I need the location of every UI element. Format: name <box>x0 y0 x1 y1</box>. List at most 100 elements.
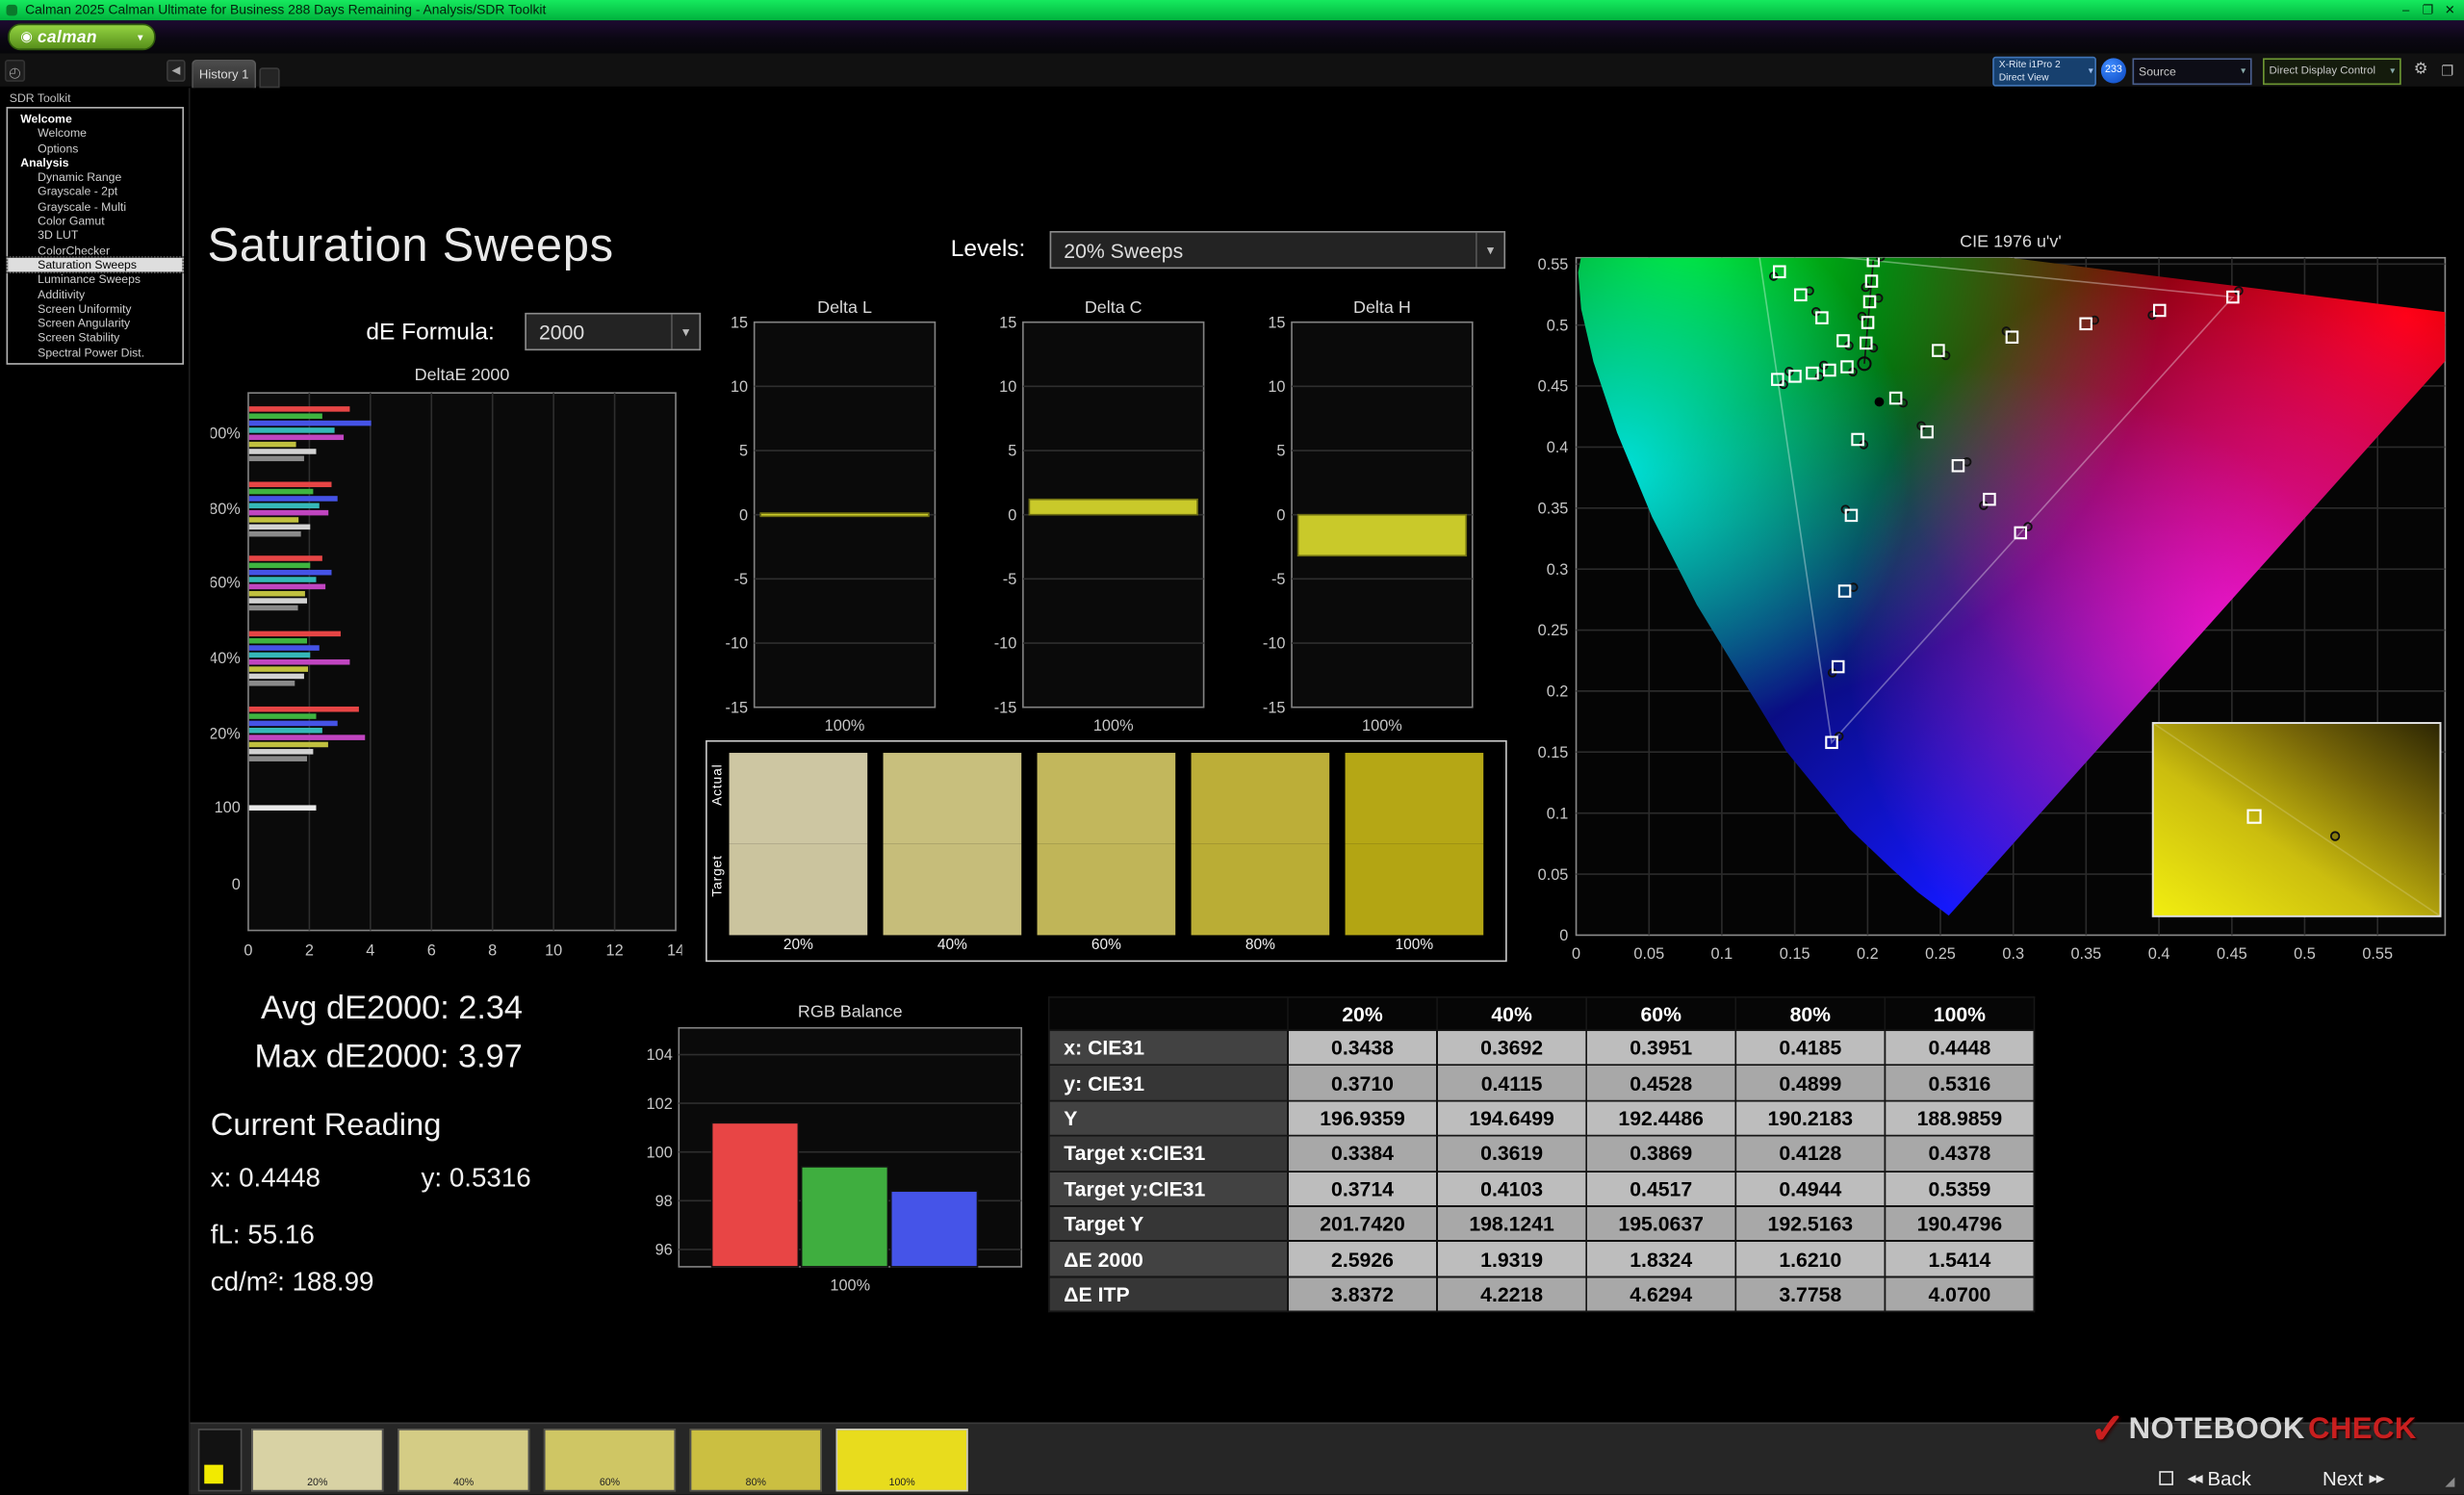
table-cell: 192.5163 <box>1734 1205 1886 1243</box>
svg-text:DeltaE 2000: DeltaE 2000 <box>415 365 510 384</box>
table-col-header: 40% <box>1436 996 1587 1032</box>
sidebar-item-screen-stability[interactable]: Screen Stability <box>8 331 182 346</box>
next-button-label: Next <box>2323 1467 2364 1490</box>
sidebar-item-analysis[interactable]: Analysis <box>8 155 182 169</box>
table-cell: 0.4378 <box>1884 1135 2036 1173</box>
table-row-label: ΔE ITP <box>1047 1276 1289 1313</box>
tab-history-1[interactable]: History 1 <box>192 60 257 89</box>
table-row-label: Y <box>1047 1099 1289 1137</box>
sidebar-item-additivity[interactable]: Additivity <box>8 287 182 301</box>
svg-text:-10: -10 <box>1263 635 1286 653</box>
table-row: Y 196.9359 194.6499 192.4486 190.2183 188.985… <box>1047 1099 2036 1137</box>
swatch-label: 60% <box>1091 937 1121 955</box>
reading-y: y: 0.5316 <box>421 1163 531 1194</box>
svg-text:0.5: 0.5 <box>1547 317 1569 334</box>
meter-selector[interactable]: X-Rite i1Pro 2 Direct View ▾ <box>1992 56 2096 87</box>
sidebar-item-luminance-sweeps[interactable]: Luminance Sweeps <box>8 272 182 287</box>
table-col-header: 80% <box>1734 996 1886 1032</box>
svg-text:15: 15 <box>731 314 748 331</box>
sidebar-item-spectral-power-dist-[interactable]: Spectral Power Dist. <box>8 346 182 360</box>
sidebar-item-color-gamut[interactable]: Color Gamut <box>8 214 182 228</box>
svg-text:-15: -15 <box>994 699 1017 716</box>
table-row-label: Target Y <box>1047 1205 1289 1243</box>
filmstrip-thumb-40%[interactable]: 40% <box>398 1429 530 1492</box>
sidebar-item-welcome[interactable]: Welcome <box>8 112 182 126</box>
de-formula-label: dE Formula: <box>366 319 495 347</box>
app-window: Calman 2025 Calman Ultimate for Business… <box>0 0 2464 1495</box>
table-cell: 0.4185 <box>1734 1029 1886 1067</box>
source-dropdown[interactable]: Source ▾ <box>2132 58 2252 86</box>
filmstrip-thumb-60%[interactable]: 60% <box>543 1429 677 1492</box>
layout-panel-icon[interactable]: ❐ <box>2436 57 2459 85</box>
filmstrip-thumb-80%[interactable]: 80% <box>689 1429 822 1492</box>
svg-text:5: 5 <box>1276 443 1285 460</box>
table-header-row: 20% 40% 60% 80% 100% <box>1047 996 2036 1032</box>
next-button[interactable]: Next ▶▶ <box>2323 1466 2385 1491</box>
fast-forward-icon: ▶▶ <box>2369 1474 2385 1485</box>
svg-text:0.25: 0.25 <box>1925 945 1956 963</box>
sidebar-collapse-button[interactable]: ◀ <box>167 60 186 82</box>
svg-text:4: 4 <box>366 942 374 956</box>
display-control-dropdown[interactable]: Direct Display Control ▾ <box>2263 58 2401 86</box>
source-dropdown-label: Source <box>2139 64 2176 79</box>
svg-text:0.25: 0.25 <box>1538 622 1569 639</box>
svg-text:96: 96 <box>655 1242 673 1259</box>
workflow-tree: Welcome Welcome Options Analysis Dynamic Ran… <box>6 107 185 365</box>
current-reading-title: Current Reading <box>210 1108 442 1143</box>
stop-icon[interactable] <box>2159 1471 2173 1485</box>
calman-logo-label: calman <box>37 27 97 47</box>
sidebar-item-3d-lut[interactable]: 3D LUT <box>8 228 182 243</box>
rgb-balance-chart: RGB Balance 104 102 100 98 96 100% <box>631 999 1040 1305</box>
window-title: Calman 2025 Calman Ultimate for Business… <box>25 1 547 17</box>
sidebar-item-welcome[interactable]: Welcome <box>8 126 182 141</box>
sidebar-item-grayscale-2pt[interactable]: Grayscale - 2pt <box>8 185 182 199</box>
filmstrip-pattern-thumb[interactable] <box>197 1429 243 1492</box>
back-button[interactable]: ◀◀ Back <box>2188 1466 2251 1491</box>
svg-text:0.35: 0.35 <box>2070 945 2101 963</box>
table-col-header: 100% <box>1884 996 2036 1032</box>
resize-grip-icon[interactable]: ◢ <box>2445 1474 2454 1488</box>
table-row: Target x:CIE31 0.3384 0.3619 0.3869 0.4128 0.… <box>1047 1135 2036 1173</box>
minimize-button[interactable]: – <box>2395 0 2417 20</box>
svg-text:60%: 60% <box>211 575 241 592</box>
filmstrip-thumb-100%[interactable]: 100% <box>835 1429 968 1492</box>
sidebar-item-dynamic-range[interactable]: Dynamic Range <box>8 170 182 185</box>
svg-text:0.15: 0.15 <box>1780 945 1810 963</box>
svg-text:0: 0 <box>739 506 748 524</box>
swatch-target-100% <box>1345 843 1484 936</box>
swatch-target-20% <box>729 843 868 936</box>
table-cell: 192.4486 <box>1585 1099 1737 1137</box>
table-row-label: ΔE 2000 <box>1047 1240 1289 1277</box>
gear-icon[interactable]: ⚙ <box>2409 57 2432 85</box>
svg-text:0.5: 0.5 <box>2294 945 2316 963</box>
swatch-target-60% <box>1037 843 1176 936</box>
filmstrip-thumb-20%[interactable]: 20% <box>251 1429 384 1492</box>
table-cell: 4.0700 <box>1884 1276 2036 1313</box>
chevron-down-icon: ▾ <box>1476 232 1503 268</box>
sidebar-item-colorchecker[interactable]: ColorChecker <box>8 244 182 258</box>
delta-c-chart: Delta C 15 10 5 0 -5 -10 -15 100% <box>976 294 1227 749</box>
cie-1976-diagram: CIE 1976 u'v' 0 0.05 0.1 0.15 0.2 0.25 0.3 0.35 0… <box>1513 229 2464 967</box>
swatch-actual-40% <box>883 753 1022 844</box>
sidebar-item-saturation-sweeps[interactable]: Saturation Sweeps <box>6 256 185 274</box>
svg-text:0.05: 0.05 <box>1538 866 1569 884</box>
svg-text:-15: -15 <box>726 699 749 716</box>
meter-status-badge: 233 <box>2100 58 2126 84</box>
sidebar-item-screen-uniformity[interactable]: Screen Uniformity <box>8 301 182 316</box>
close-button[interactable]: ✕ <box>2439 0 2461 20</box>
sidebar-item-options[interactable]: Options <box>8 141 182 155</box>
calman-logo-button[interactable]: ◉ calman ▾ <box>8 23 156 51</box>
levels-dropdown[interactable]: 20% Sweeps ▾ <box>1049 230 1506 270</box>
svg-text:100%: 100% <box>1093 717 1134 735</box>
max-de2000-value: Max dE2000: 3.97 <box>254 1039 523 1075</box>
cie-current-dot <box>1874 397 1885 407</box>
svg-text:0: 0 <box>244 942 252 956</box>
new-tab-button[interactable] <box>259 67 280 89</box>
sidebar-item-grayscale-multi[interactable]: Grayscale - Multi <box>8 199 182 214</box>
maximize-button[interactable]: ❐ <box>2417 0 2439 20</box>
de-formula-dropdown[interactable]: 2000 ▾ <box>525 312 702 351</box>
sidebar-item-screen-angularity[interactable]: Screen Angularity <box>8 316 182 330</box>
filmstrip-thumb-label: 80% <box>745 1477 766 1489</box>
svg-text:8: 8 <box>488 942 497 956</box>
session-history-icon[interactable]: ◴ <box>4 60 26 82</box>
